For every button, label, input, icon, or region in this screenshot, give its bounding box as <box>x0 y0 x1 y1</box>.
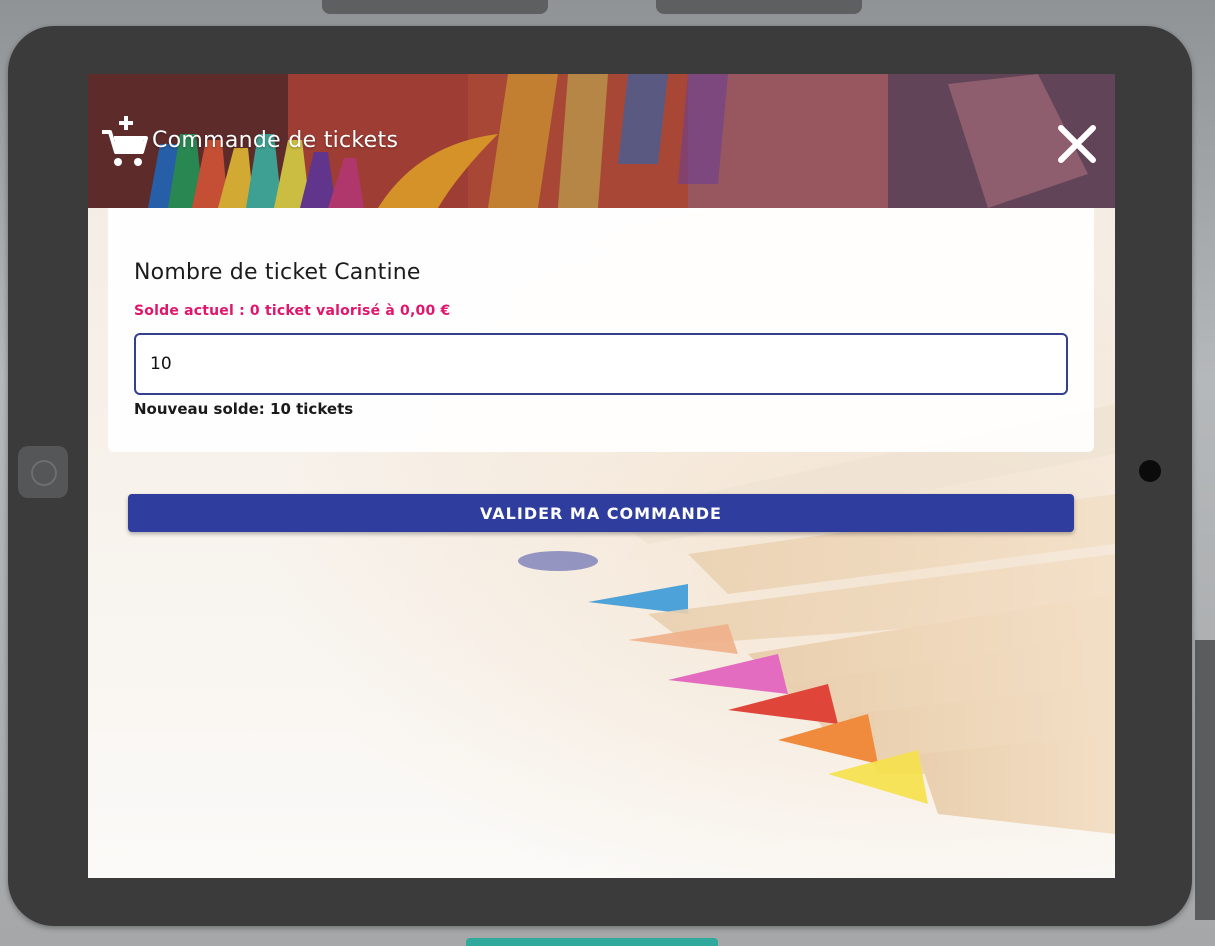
tablet-home-button <box>18 446 68 498</box>
order-card: Nombre de ticket Cantine Solde actuel : … <box>108 208 1094 452</box>
close-button[interactable] <box>1053 120 1101 168</box>
current-balance-text: Solde actuel : 0 ticket valorisé à 0,00 … <box>134 303 451 319</box>
ticket-type-label: Nombre de ticket Cantine <box>134 260 421 285</box>
modal-header: Commande de tickets <box>88 74 1115 208</box>
background-teal-tab <box>466 938 718 946</box>
new-balance-text: Nouveau solde: 10 tickets <box>134 400 354 418</box>
background-device-bar <box>322 0 548 14</box>
cart-plus-icon <box>102 116 148 166</box>
validate-order-button[interactable]: VALIDER MA COMMANDE <box>128 494 1074 532</box>
background-shade <box>1195 640 1215 920</box>
background-device-bar <box>656 0 862 14</box>
tablet-screen: Commande de tickets Nombre de ticket Can… <box>88 74 1115 878</box>
modal-header-title-group: Commande de tickets <box>98 110 398 170</box>
modal-title: Commande de tickets <box>152 127 399 153</box>
tablet-camera <box>1139 460 1161 482</box>
close-icon <box>1058 125 1096 163</box>
tablet-frame: Commande de tickets Nombre de ticket Can… <box>8 26 1192 926</box>
ticket-quantity-input[interactable] <box>134 333 1068 395</box>
